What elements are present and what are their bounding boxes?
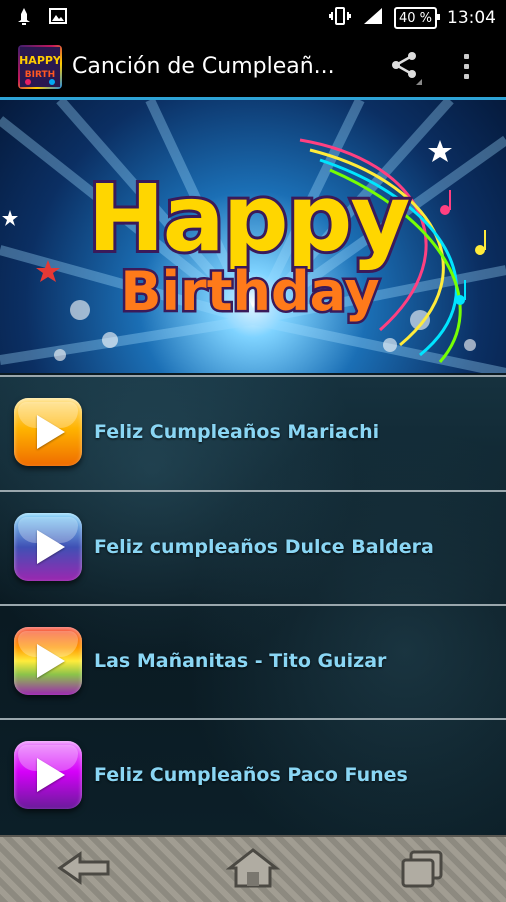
overflow-menu-button[interactable] [454,47,478,87]
clock: 13:04 [447,8,496,28]
song-title: Las Mañanitas - Tito Guizar [94,650,387,672]
battery-indicator: 40 % [393,7,441,29]
back-button[interactable] [49,845,119,895]
vibrate-icon [328,6,352,30]
notification-bell-icon [14,6,34,30]
song-title: Feliz cumpleaños Dulce Baldera [94,536,434,558]
image-notification-icon [48,6,68,30]
song-list: Feliz Cumpleaños Mariachi Feliz cumpleañ… [0,375,506,835]
navigation-bar [0,835,506,902]
happy-birthday-banner: Happy Birthday [0,100,506,373]
svg-text:BIRTH: BIRTH [25,70,55,80]
recent-apps-icon [397,846,447,894]
list-item[interactable]: Las Mañanitas - Tito Guizar [0,604,506,716]
battery-percent: 40 % [398,10,432,26]
play-icon [37,415,65,449]
app-title: Canción de Cumpleañ... [72,54,335,79]
list-item[interactable]: Feliz cumpleaños Dulce Baldera [0,490,506,602]
play-button[interactable] [14,627,82,695]
home-icon [225,846,281,894]
svg-text:HAPPY: HAPPY [20,54,60,67]
banner-line1: Happy [88,165,410,272]
action-bar: HAPPY BIRTH Canción de Cumpleañ... [0,36,506,100]
share-button[interactable] [384,47,424,87]
song-title: Feliz Cumpleaños Paco Funes [94,764,408,786]
play-button[interactable] [14,741,82,809]
home-button[interactable] [218,845,288,895]
play-icon [37,758,65,792]
play-button[interactable] [14,398,82,466]
list-item[interactable]: Feliz Cumpleaños Paco Funes [0,718,506,830]
status-bar: 40 % 13:04 [0,0,506,36]
signal-icon [362,6,384,30]
song-title: Feliz Cumpleaños Mariachi [94,421,380,443]
banner-line2: Birthday [120,260,379,323]
play-icon [37,644,65,678]
play-button[interactable] [14,513,82,581]
list-item[interactable]: Feliz Cumpleaños Mariachi [0,375,506,487]
recent-apps-button[interactable] [387,845,457,895]
app-icon[interactable]: HAPPY BIRTH [18,44,62,89]
back-arrow-icon [54,848,114,892]
play-icon [37,530,65,564]
